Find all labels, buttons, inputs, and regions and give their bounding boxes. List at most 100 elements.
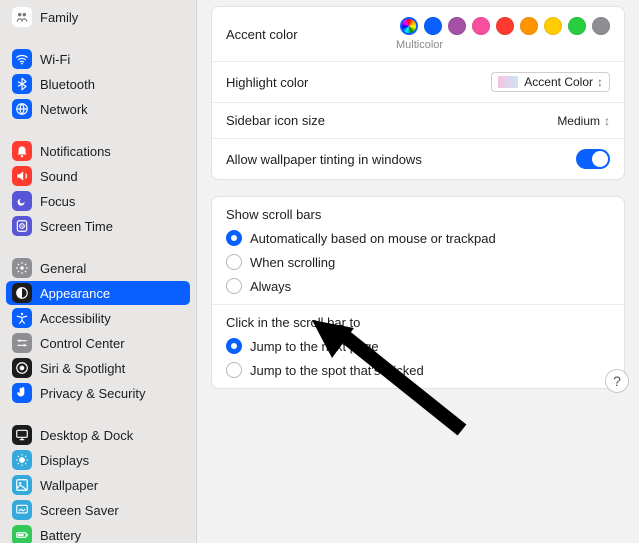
- sidebar-item-bluetooth[interactable]: Bluetooth: [6, 72, 190, 96]
- sidebar-item-label: Desktop & Dock: [40, 428, 133, 443]
- sidebar-icon-size-row: Sidebar icon size Medium↕: [212, 102, 624, 138]
- sidebar-item-label: Bluetooth: [40, 77, 95, 92]
- sidebar-item-accessibility[interactable]: Accessibility: [6, 306, 190, 330]
- accent-color-swatches: [400, 17, 610, 35]
- sidebar-item-wifi[interactable]: Wi-Fi: [6, 47, 190, 71]
- sidebar-item-wallpaper[interactable]: Wallpaper: [6, 473, 190, 497]
- radio-icon: [226, 278, 242, 294]
- sidebar-item-displays[interactable]: Displays: [6, 448, 190, 472]
- appearance-pane: Accent color Multicolor Highlight color …: [197, 0, 639, 543]
- sidebar-item-desktop[interactable]: Desktop & Dock: [6, 423, 190, 447]
- focus-icon: [12, 191, 32, 211]
- click-scroll-bar-option-label: Jump to the next page: [250, 339, 379, 354]
- siri-icon: [12, 358, 32, 378]
- sidebar-item-family[interactable]: Family: [6, 5, 190, 29]
- sidebar-item-label: Sound: [40, 169, 78, 184]
- sidebar-item-general[interactable]: General: [6, 256, 190, 280]
- show-scroll-bars-option[interactable]: When scrolling: [226, 254, 610, 270]
- highlight-color-value: Accent Color: [524, 75, 593, 89]
- bell-icon: [12, 141, 32, 161]
- sidebar-item-label: Wi-Fi: [40, 52, 70, 67]
- system-settings-window: Family Wi-Fi Bluetooth Network Notifications…: [0, 0, 639, 543]
- sidebar-item-label: Notifications: [40, 144, 111, 159]
- wallpaper-tinting-label: Allow wallpaper tinting in windows: [226, 152, 422, 167]
- click-scroll-bar-option[interactable]: Jump to the next page: [226, 338, 610, 354]
- battery-icon: [12, 525, 32, 543]
- sidebar-item-screentime[interactable]: Screen Time: [6, 214, 190, 238]
- accent-swatch[interactable]: [448, 17, 466, 35]
- wallpaper-tinting-switch[interactable]: [576, 149, 610, 169]
- accent-swatch[interactable]: [472, 17, 490, 35]
- sidebar-item-label: General: [40, 261, 86, 276]
- sidebar-item-label: Wallpaper: [40, 478, 98, 493]
- sidebar-item-label: Accessibility: [40, 311, 111, 326]
- highlight-color-label: Highlight color: [226, 75, 308, 90]
- accent-swatch[interactable]: [520, 17, 538, 35]
- click-scroll-bar-block: Click in the scroll bar to Jump to the n…: [212, 304, 624, 388]
- accent-swatch[interactable]: [592, 17, 610, 35]
- show-scroll-bars-option[interactable]: Always: [226, 278, 610, 294]
- family-icon: [12, 7, 32, 27]
- accent-color-row: Accent color Multicolor: [212, 7, 624, 61]
- show-scroll-bars-option-label: When scrolling: [250, 255, 335, 270]
- controlcenter-icon: [12, 333, 32, 353]
- show-scroll-bars-option-label: Automatically based on mouse or trackpad: [250, 231, 496, 246]
- sidebar-item-screensaver[interactable]: Screen Saver: [6, 498, 190, 522]
- bluetooth-icon: [12, 74, 32, 94]
- show-scroll-bars-radio-group: Automatically based on mouse or trackpad…: [226, 230, 610, 294]
- screensaver-icon: [12, 500, 32, 520]
- click-scroll-bar-radio-group: Jump to the next page Jump to the spot th…: [226, 338, 610, 378]
- click-scroll-bar-option[interactable]: Jump to the spot that's clicked: [226, 362, 610, 378]
- sidebar-item-appearance[interactable]: Appearance: [6, 281, 190, 305]
- gear-icon: [12, 258, 32, 278]
- sidebar-item-focus[interactable]: Focus: [6, 189, 190, 213]
- sidebar-item-label: Battery: [40, 528, 81, 543]
- click-scroll-bar-option-label: Jump to the spot that's clicked: [250, 363, 424, 378]
- sidebar-item-label: Control Center: [40, 336, 125, 351]
- sidebar-item-siri[interactable]: Siri & Spotlight: [6, 356, 190, 380]
- sidebar-item-label: Displays: [40, 453, 89, 468]
- sidebar-item-battery[interactable]: Battery: [6, 523, 190, 543]
- sidebar-item-label: Appearance: [40, 286, 110, 301]
- help-button[interactable]: ?: [605, 369, 629, 393]
- hand-icon: [12, 383, 32, 403]
- accent-swatch[interactable]: [400, 17, 418, 35]
- sidebar-item-notifications[interactable]: Notifications: [6, 139, 190, 163]
- wifi-icon: [12, 49, 32, 69]
- accent-swatch[interactable]: [496, 17, 514, 35]
- accent-color-label: Accent color: [226, 27, 298, 42]
- sidebar-item-privacy[interactable]: Privacy & Security: [6, 381, 190, 405]
- highlight-color-popup[interactable]: Accent Color ↕: [491, 72, 610, 92]
- desktop-icon: [12, 425, 32, 445]
- accent-swatch[interactable]: [424, 17, 442, 35]
- sidebar-item-label: Screen Saver: [40, 503, 119, 518]
- chevron-updown-icon: ↕: [597, 75, 603, 89]
- radio-icon: [226, 362, 242, 378]
- sidebar-item-controlcenter[interactable]: Control Center: [6, 331, 190, 355]
- show-scroll-bars-title: Show scroll bars: [226, 207, 610, 222]
- network-icon: [12, 99, 32, 119]
- accent-swatch[interactable]: [568, 17, 586, 35]
- wallpaper-icon: [12, 475, 32, 495]
- sound-icon: [12, 166, 32, 186]
- accent-swatch[interactable]: [544, 17, 562, 35]
- screentime-icon: [12, 216, 32, 236]
- accessibility-icon: [12, 308, 32, 328]
- accent-color-caption: Multicolor: [396, 39, 443, 51]
- show-scroll-bars-option[interactable]: Automatically based on mouse or trackpad: [226, 230, 610, 246]
- sidebar-item-network[interactable]: Network: [6, 97, 190, 121]
- radio-icon: [226, 338, 242, 354]
- sidebar-item-label: Screen Time: [40, 219, 113, 234]
- sidebar-item-label: Family: [40, 10, 78, 25]
- sidebar-item-label: Siri & Spotlight: [40, 361, 125, 376]
- appearance-icon: [12, 283, 32, 303]
- click-scroll-bar-title: Click in the scroll bar to: [226, 315, 610, 330]
- show-scroll-bars-option-label: Always: [250, 279, 291, 294]
- radio-icon: [226, 230, 242, 246]
- chevron-updown-icon: ↕: [604, 114, 610, 128]
- sidebar-icon-size-popup[interactable]: Medium↕: [557, 114, 610, 128]
- displays-icon: [12, 450, 32, 470]
- show-scroll-bars-block: Show scroll bars Automatically based on …: [212, 197, 624, 304]
- wallpaper-tinting-row: Allow wallpaper tinting in windows: [212, 138, 624, 179]
- sidebar-item-sound[interactable]: Sound: [6, 164, 190, 188]
